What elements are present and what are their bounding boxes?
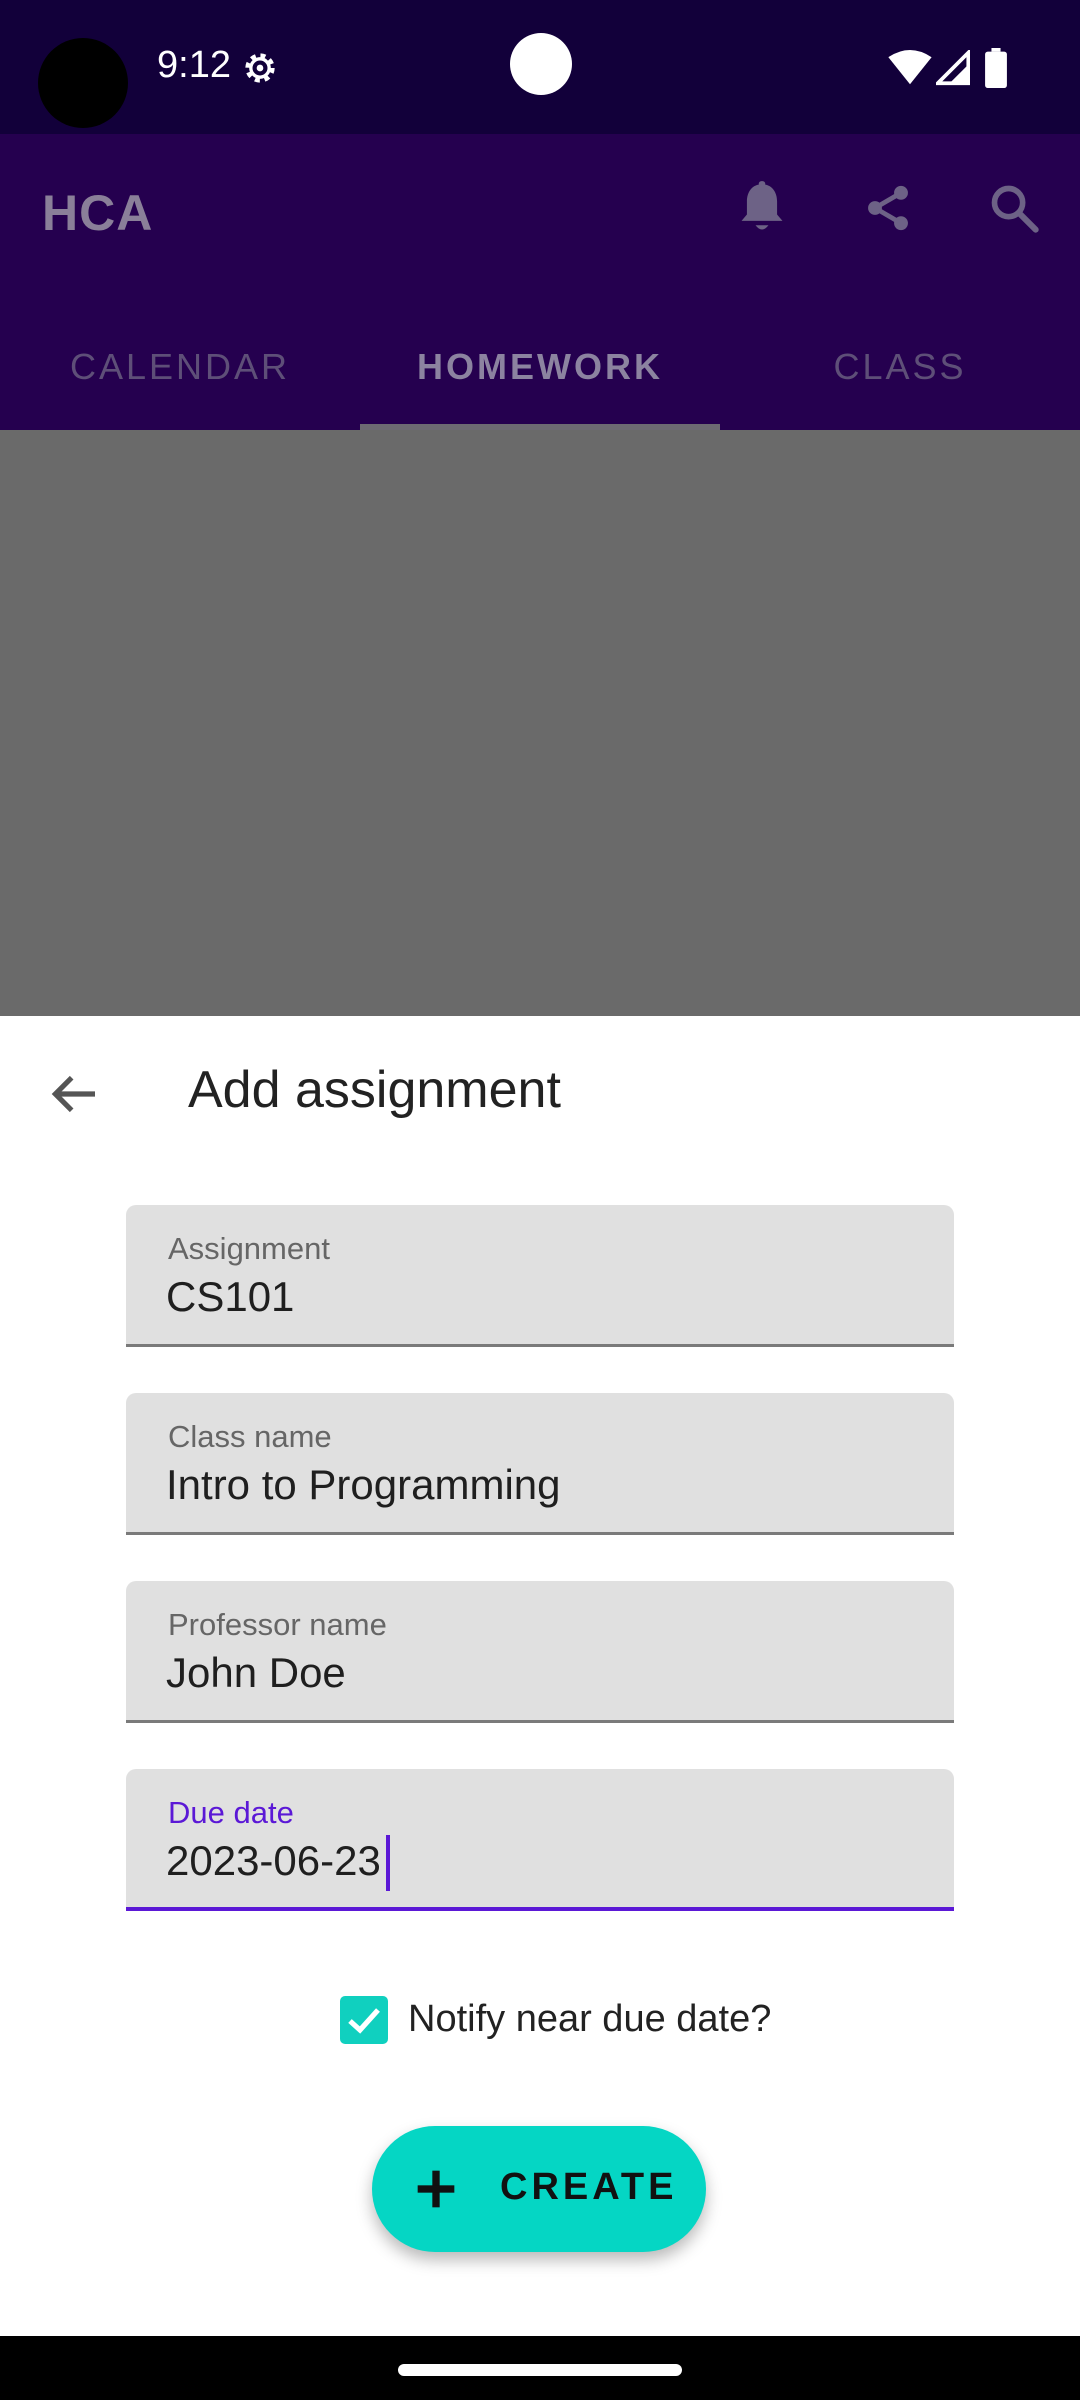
tab-class[interactable]: CLASS — [720, 330, 1080, 430]
notify-checkbox-label: Notify near due date? — [408, 1998, 772, 2040]
scrim[interactable] — [0, 430, 1080, 1016]
back-arrow-icon[interactable] — [46, 1066, 102, 1122]
tab-bar: CALENDAR HOMEWORK CLASS — [0, 330, 1080, 430]
create-button[interactable]: CREATE — [372, 2126, 706, 2252]
class-name-field-label: Class name — [168, 1419, 332, 1454]
due-date-field-label: Due date — [168, 1795, 294, 1830]
notify-checkbox[interactable] — [340, 1996, 388, 2044]
sheet-title: Add assignment — [188, 1061, 561, 1119]
app-bar: HCA CALENDAR HOMEWORK CLASS — [0, 134, 1080, 430]
professor-name-field-label: Professor name — [168, 1607, 387, 1642]
signal-icon — [936, 50, 970, 86]
due-date-field[interactable]: Due date — [126, 1769, 954, 1911]
front-camera — [510, 33, 572, 95]
bell-icon[interactable] — [736, 180, 788, 236]
professor-name-input[interactable] — [166, 1647, 906, 1699]
assignment-field-label: Assignment — [168, 1231, 330, 1266]
check-icon — [348, 2008, 380, 2034]
plus-icon — [417, 2170, 455, 2208]
status-time: 9:12 — [157, 44, 231, 86]
assignment-input[interactable] — [166, 1271, 906, 1323]
wifi-icon — [888, 50, 932, 85]
tab-calendar[interactable]: CALENDAR — [0, 330, 360, 430]
class-name-field[interactable]: Class name — [126, 1393, 954, 1535]
camera-cutout — [38, 38, 128, 128]
home-handle[interactable] — [398, 2364, 682, 2376]
class-name-input[interactable] — [166, 1459, 906, 1511]
add-assignment-sheet: Add assignment Assignment Class name Pro… — [0, 1016, 1080, 2336]
settings-icon — [245, 53, 275, 83]
tab-homework[interactable]: HOMEWORK — [360, 330, 720, 430]
create-button-label: CREATE — [500, 2166, 678, 2208]
app-title: HCA — [42, 185, 154, 241]
text-caret — [386, 1835, 390, 1891]
battery-icon — [985, 48, 1007, 88]
search-icon[interactable] — [988, 180, 1040, 236]
status-bar: 9:12 — [0, 0, 1080, 134]
share-icon[interactable] — [862, 180, 914, 236]
assignment-field[interactable]: Assignment — [126, 1205, 954, 1347]
due-date-input[interactable] — [166, 1835, 906, 1887]
professor-name-field[interactable]: Professor name — [126, 1581, 954, 1723]
navigation-bar — [0, 2336, 1080, 2400]
